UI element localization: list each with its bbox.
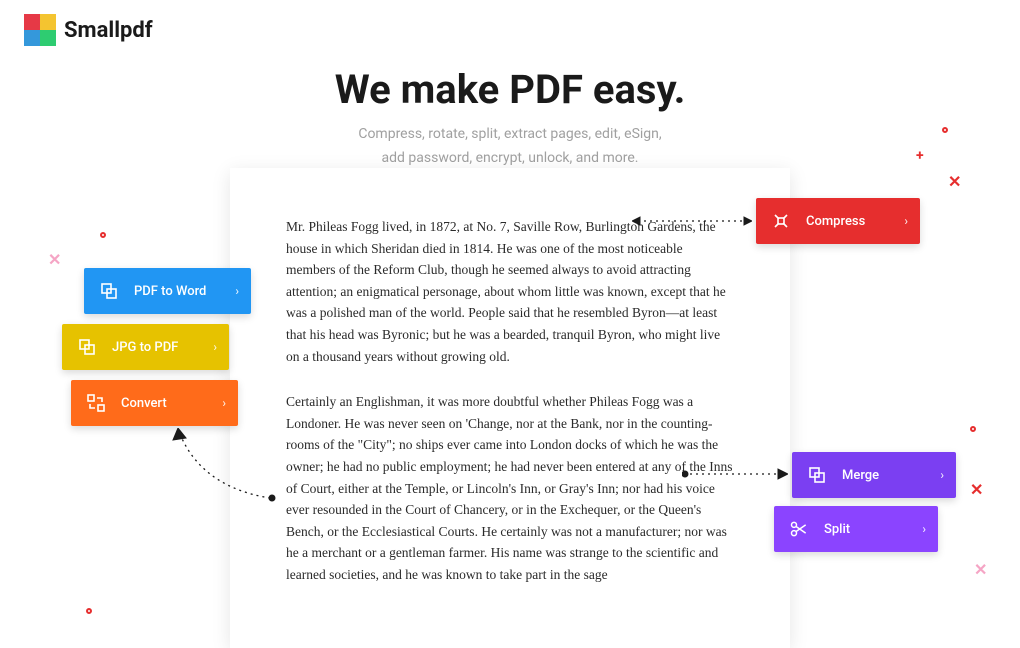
convert-label: Convert [121, 396, 202, 411]
convert-icon [85, 392, 107, 414]
chevron-right-icon: › [235, 284, 239, 298]
compress-button[interactable]: Compress › [756, 198, 920, 244]
decorative-x-icon: ✕ [974, 560, 987, 579]
header: Smallpdf [0, 0, 1020, 60]
convert-button[interactable]: Convert › [71, 380, 238, 426]
merge-icon [806, 464, 828, 486]
pdf-to-word-label: PDF to Word [134, 284, 215, 299]
hero: We make PDF easy. Compress, rotate, spli… [0, 66, 1020, 171]
brand-name: Smallpdf [64, 18, 153, 43]
merge-button[interactable]: Merge › [792, 452, 956, 498]
doc-paragraph: Mr. Phileas Fogg lived, in 1872, at No. … [286, 216, 734, 367]
decorative-x-icon: ✕ [48, 250, 61, 269]
document-preview: Mr. Phileas Fogg lived, in 1872, at No. … [230, 168, 790, 648]
decorative-x-icon: ✕ [970, 480, 983, 499]
chevron-right-icon: › [213, 340, 217, 354]
decorative-dot [86, 608, 92, 614]
logo-icon [24, 14, 56, 46]
hero-subtitle: Compress, rotate, split, extract pages, … [0, 123, 1020, 171]
arrow-merge [682, 465, 788, 483]
decorative-x-icon: ✕ [948, 172, 961, 191]
jpg-to-pdf-icon [76, 336, 98, 358]
decorative-dot [100, 232, 106, 238]
chevron-right-icon: › [922, 522, 926, 536]
chevron-right-icon: › [904, 214, 908, 228]
split-label: Split [824, 522, 902, 537]
arrow-compress [632, 215, 752, 227]
chevron-right-icon: › [222, 396, 226, 410]
pdf-to-word-button[interactable]: PDF to Word › [84, 268, 251, 314]
jpg-to-pdf-button[interactable]: JPG to PDF › [62, 324, 229, 370]
doc-paragraph: Certainly an Englishman, it was more dou… [286, 391, 734, 585]
jpg-to-pdf-label: JPG to PDF [112, 340, 193, 355]
compress-label: Compress [806, 214, 884, 229]
decorative-dot [970, 426, 976, 432]
pdf-to-word-icon [98, 280, 120, 302]
chevron-right-icon: › [940, 468, 944, 482]
arrow-convert [168, 428, 278, 508]
hero-title: We make PDF easy. [0, 66, 1020, 113]
compress-icon [770, 210, 792, 232]
merge-label: Merge [842, 468, 920, 483]
split-button[interactable]: Split › [774, 506, 938, 552]
decorative-dot [942, 127, 948, 133]
scissors-icon [788, 518, 810, 540]
decorative-plus-icon: + [916, 148, 924, 164]
